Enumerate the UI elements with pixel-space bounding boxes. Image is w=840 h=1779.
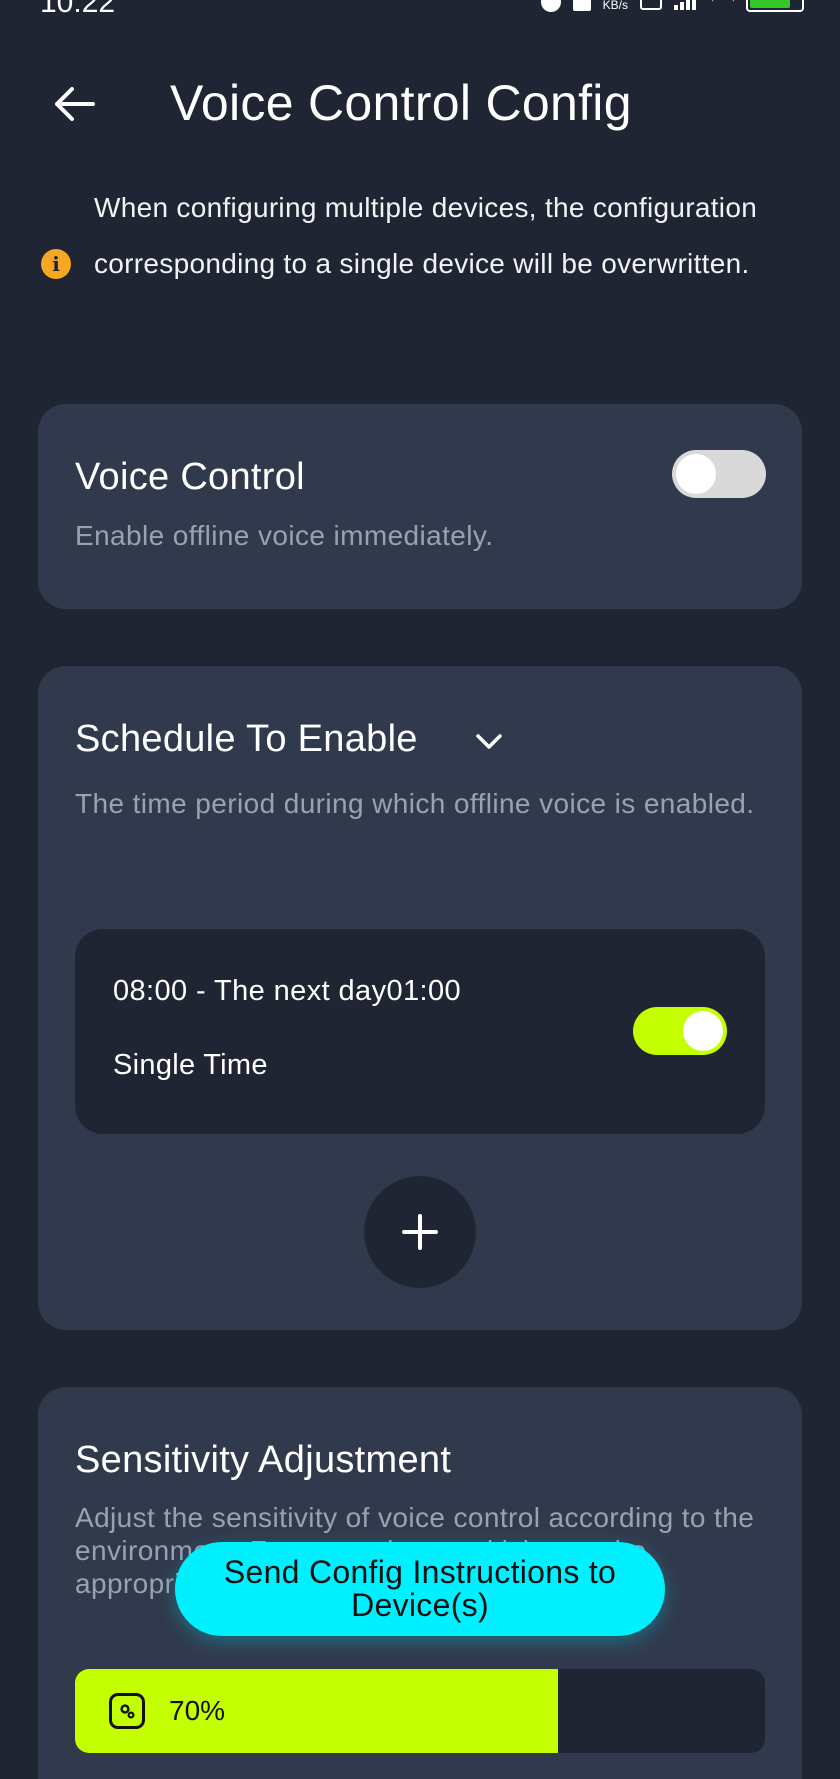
status-icons: KB/s [540,0,804,12]
hd-icon [640,0,662,10]
plus-icon [402,1214,438,1250]
schedule-card: Schedule To Enable The time period durin… [38,666,802,1330]
signal-icon [674,0,700,10]
voice-control-config-screen: 10:22 KB/s Voice Control Config i When c… [0,0,840,1779]
voice-control-card: Voice Control Enable offline voice immed… [38,404,802,609]
back-button[interactable] [48,82,102,126]
status-time: 10:22 [40,0,116,19]
voice-control-title: Voice Control [75,456,305,498]
overwrite-notice: When configuring multiple devices, the c… [94,192,758,279]
status-bar: 10:22 KB/s [0,0,840,22]
schedule-description: The time period during which offline voi… [75,788,755,819]
sensitivity-value: 70% [169,1695,226,1726]
chevron-down-icon[interactable] [474,730,504,754]
add-schedule-button[interactable] [364,1176,476,1288]
arrow-left-icon [55,87,95,121]
schedule-title: Schedule To Enable [75,718,418,760]
schedule-repeat: Single Time [113,1049,268,1081]
alarm-icon [540,0,561,12]
sensitivity-fill [75,1669,558,1753]
toggle-knob [683,1011,723,1051]
battery-icon [746,0,804,12]
sensitivity-title: Sensitivity Adjustment [75,1439,452,1481]
wifi-icon [712,0,734,10]
sensitivity-slider[interactable]: 70% [75,1669,765,1753]
network-speed: KB/s [602,0,628,12]
settings-icon [109,1693,145,1729]
page-title: Voice Control Config [170,75,632,131]
info-icon: i [41,249,71,279]
send-config-button[interactable]: Send Config Instructions to Device(s) [175,1542,665,1636]
schedule-item-toggle[interactable] [633,1007,727,1055]
schedule-time-range: 08:00 - The next day01:00 [113,975,462,1007]
mute-icon [572,0,591,11]
voice-control-description: Enable offline voice immediately. [75,520,494,551]
toggle-knob [676,454,716,494]
schedule-item[interactable]: 08:00 - The next day01:00 Single Time [75,929,765,1134]
voice-control-toggle[interactable] [672,450,766,498]
